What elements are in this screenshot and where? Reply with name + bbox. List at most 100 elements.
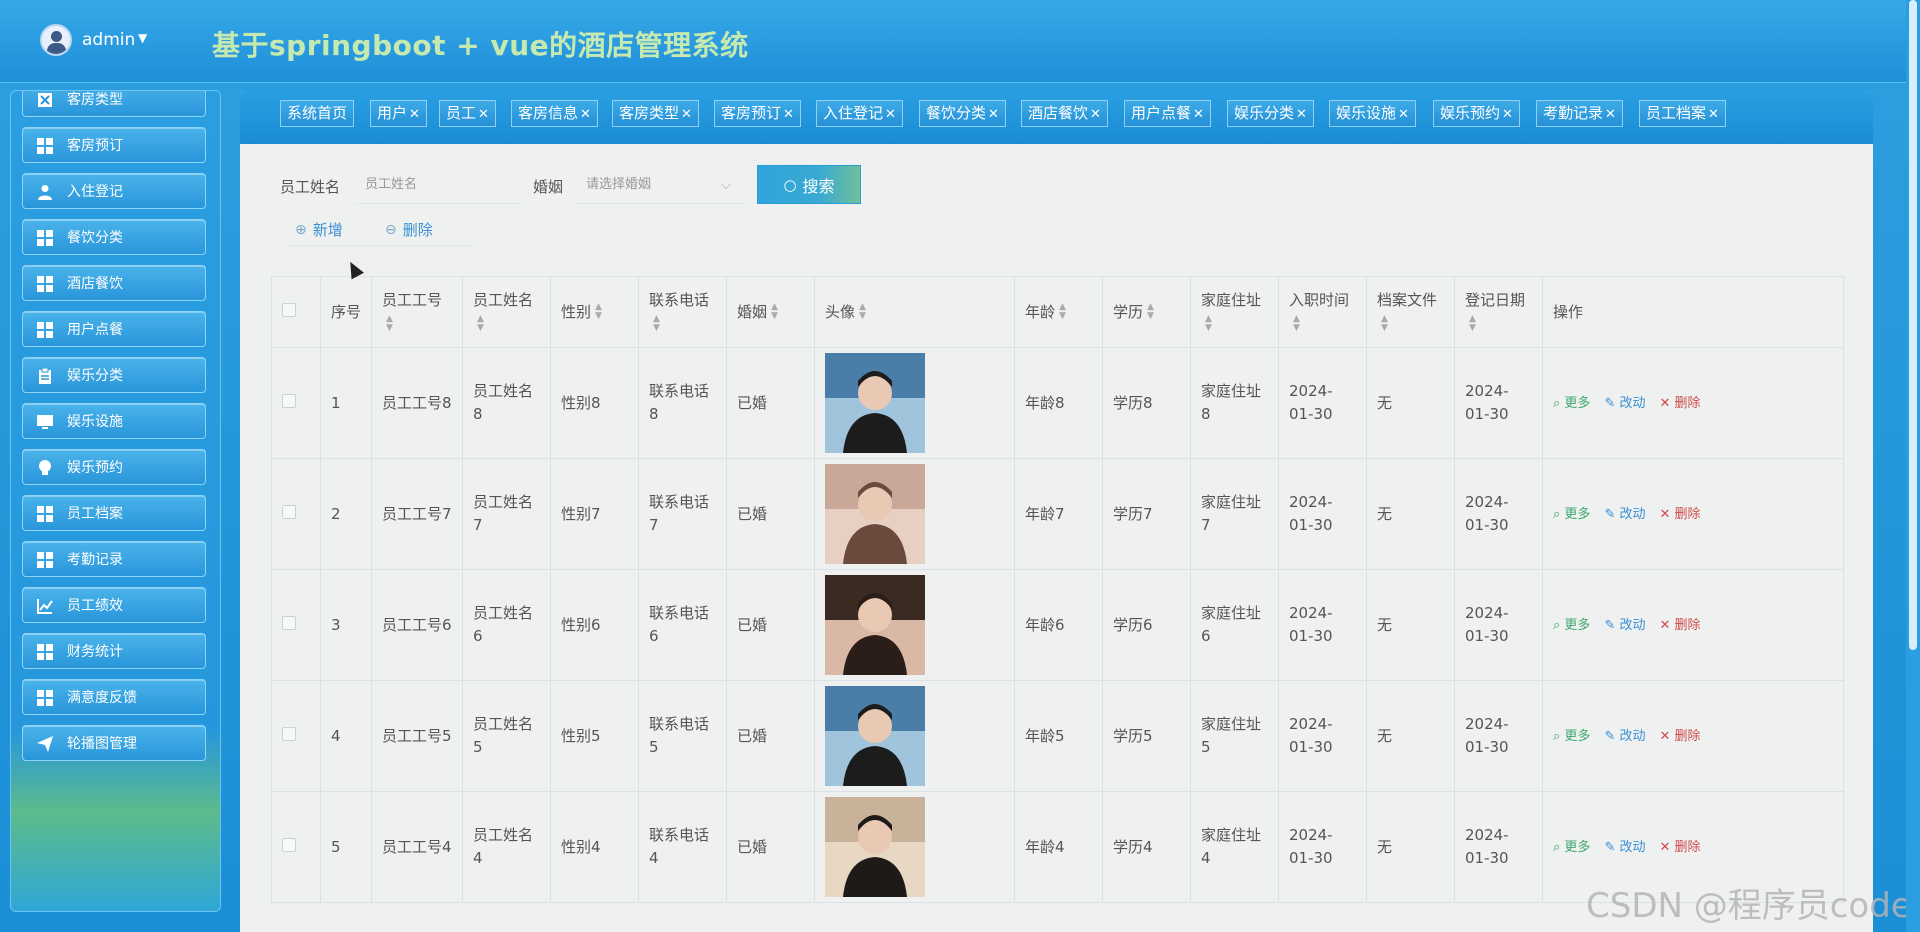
employee-photo[interactable] xyxy=(825,686,925,786)
sort-icon[interactable]: ▲ ▼ xyxy=(653,314,660,333)
sidebar-item-2[interactable]: 客房预订 xyxy=(22,127,206,163)
tab-8[interactable]: 餐饮分类 ✕ xyxy=(919,100,1006,127)
more-button[interactable]: ⌕ 更多 xyxy=(1553,503,1590,526)
tab-3[interactable]: 员工 ✕ xyxy=(439,100,496,127)
col-address[interactable]: 家庭住址 ▲ ▼ xyxy=(1190,276,1279,348)
delete-button[interactable]: ✕ 删除 xyxy=(1659,503,1700,526)
tab-5[interactable]: 客房类型 ✕ xyxy=(612,100,699,127)
edit-button[interactable]: ✎ 改动 xyxy=(1604,614,1645,637)
sort-icon[interactable]: ▲ ▼ xyxy=(771,303,778,321)
col-emp-name[interactable]: 员工姓名 ▲ ▼ xyxy=(462,276,551,348)
col-file[interactable]: 档案文件 ▲ ▼ xyxy=(1366,276,1455,348)
close-icon[interactable]: ✕ xyxy=(885,107,896,122)
table-row[interactable]: 3 员工工号6 员工姓名6 性别6 联系电话6 已婚 年龄6 学历6 家庭住址6 2024-01-… xyxy=(271,569,1844,681)
sidebar-item-4[interactable]: 餐饮分类 xyxy=(22,219,206,255)
col-gender[interactable]: 性别 ▲ ▼ xyxy=(550,276,639,348)
close-icon[interactable]: ✕ xyxy=(1090,107,1101,122)
more-button[interactable]: ⌕ 更多 xyxy=(1553,614,1590,637)
tab-11[interactable]: 娱乐分类 ✕ xyxy=(1227,100,1314,127)
row-checkbox[interactable] xyxy=(282,837,296,852)
page-scrollbar[interactable] xyxy=(1906,0,1920,932)
delete-button[interactable]: ✕ 删除 xyxy=(1659,836,1700,859)
select-all-checkbox[interactable] xyxy=(282,302,296,317)
col-join-date[interactable]: 入职时间 ▲ ▼ xyxy=(1278,276,1367,348)
tab-4[interactable]: 客房信息 ✕ xyxy=(511,100,598,127)
more-button[interactable]: ⌕ 更多 xyxy=(1553,392,1590,415)
tab-9[interactable]: 酒店餐饮 ✕ xyxy=(1021,100,1108,127)
col-avatar[interactable]: 头像 ▲ ▼ xyxy=(814,276,1015,348)
row-select-cell[interactable] xyxy=(271,347,321,459)
row-select-cell[interactable] xyxy=(271,458,321,570)
sidebar-item-12[interactable]: 员工绩效 xyxy=(22,587,206,623)
search-button[interactable]: ○ 搜索 xyxy=(757,165,861,204)
close-icon[interactable]: ✕ xyxy=(1605,107,1616,122)
sidebar-item-15[interactable]: 轮播图管理 xyxy=(22,725,206,761)
close-icon[interactable]: ✕ xyxy=(1708,107,1719,122)
tab-13[interactable]: 娱乐预约 ✕ xyxy=(1433,100,1520,127)
col-marriage[interactable]: 婚姻 ▲ ▼ xyxy=(726,276,815,348)
tab-14[interactable]: 考勤记录 ✕ xyxy=(1536,100,1623,127)
row-checkbox[interactable] xyxy=(282,726,296,741)
sidebar-item-10[interactable]: 员工档案 xyxy=(22,495,206,531)
col-education[interactable]: 学历 ▲ ▼ xyxy=(1102,276,1191,348)
edit-button[interactable]: ✎ 改动 xyxy=(1604,725,1645,748)
sidebar-item-8[interactable]: 娱乐设施 xyxy=(22,403,206,439)
tab-6[interactable]: 客房预订 ✕ xyxy=(714,100,801,127)
more-button[interactable]: ⌕ 更多 xyxy=(1553,836,1590,859)
delete-button[interactable]: ✕ 删除 xyxy=(1659,725,1700,748)
tab-7[interactable]: 入住登记 ✕ xyxy=(816,100,903,127)
sort-icon[interactable]: ▲ ▼ xyxy=(1059,303,1066,321)
sort-icon[interactable]: ▲ ▼ xyxy=(1147,303,1154,321)
col-phone[interactable]: 联系电话 ▲ ▼ xyxy=(638,276,727,348)
col-age[interactable]: 年龄 ▲ ▼ xyxy=(1014,276,1103,348)
row-checkbox[interactable] xyxy=(282,615,296,630)
tab-12[interactable]: 娱乐设施 ✕ xyxy=(1329,100,1416,127)
table-row[interactable]: 1 员工工号8 员工姓名8 性别8 联系电话8 已婚 年龄8 学历8 家庭住址8 2024-01-… xyxy=(271,347,1844,459)
row-checkbox[interactable] xyxy=(282,504,296,519)
table-row[interactable]: 2 员工工号7 员工姓名7 性别7 联系电话7 已婚 年龄7 学历7 家庭住址7 2024-01-… xyxy=(271,458,1844,570)
batch-delete-button[interactable]: ⊖ 删除 xyxy=(375,214,471,246)
user-menu-name[interactable]: admin xyxy=(82,30,135,50)
close-icon[interactable]: ✕ xyxy=(988,107,999,122)
edit-button[interactable]: ✎ 改动 xyxy=(1604,392,1645,415)
sort-icon[interactable]: ▲ ▼ xyxy=(1205,314,1212,333)
marriage-select[interactable]: 请选择婚姻 xyxy=(576,166,744,204)
sort-icon[interactable]: ▲ ▼ xyxy=(1469,314,1476,333)
more-button[interactable]: ⌕ 更多 xyxy=(1553,725,1590,748)
sort-icon[interactable]: ▲ ▼ xyxy=(386,314,393,333)
sidebar-item-9[interactable]: 娱乐预约 xyxy=(22,449,206,485)
close-icon[interactable]: ✕ xyxy=(1296,107,1307,122)
employee-name-input[interactable]: 员工姓名 xyxy=(355,166,521,204)
col-reg-date[interactable]: 登记日期 ▲ ▼ xyxy=(1454,276,1543,348)
row-select-cell[interactable] xyxy=(271,569,321,681)
delete-button[interactable]: ✕ 删除 xyxy=(1659,614,1700,637)
tab-10[interactable]: 用户点餐 ✕ xyxy=(1124,100,1211,127)
row-select-cell[interactable] xyxy=(271,791,321,903)
employee-photo[interactable] xyxy=(825,797,925,897)
employee-photo[interactable] xyxy=(825,575,925,675)
sort-icon[interactable]: ▲ ▼ xyxy=(595,303,602,321)
sidebar-item-14[interactable]: 满意度反馈 xyxy=(22,679,206,715)
close-icon[interactable]: ✕ xyxy=(1193,107,1204,122)
tab-2[interactable]: 用户 ✕ xyxy=(370,100,427,127)
close-icon[interactable]: ✕ xyxy=(783,107,794,122)
close-icon[interactable]: ✕ xyxy=(1398,107,1409,122)
sort-icon[interactable]: ▲ ▼ xyxy=(1293,314,1300,333)
close-icon[interactable]: ✕ xyxy=(580,107,591,122)
table-row[interactable]: 4 员工工号5 员工姓名5 性别5 联系电话5 已婚 年龄5 学历5 家庭住址5 2024-01-… xyxy=(271,680,1844,792)
sidebar-item-1[interactable]: 客房类型 xyxy=(22,91,206,117)
scrollbar-thumb[interactable] xyxy=(1909,0,1917,650)
row-checkbox[interactable] xyxy=(282,393,296,408)
sidebar-item-3[interactable]: 入住登记 xyxy=(22,173,206,209)
close-icon[interactable]: ✕ xyxy=(1502,107,1513,122)
sidebar-item-5[interactable]: 酒店餐饮 xyxy=(22,265,206,301)
employee-photo[interactable] xyxy=(825,353,925,453)
sort-icon[interactable]: ▲ ▼ xyxy=(859,303,866,321)
employee-photo[interactable] xyxy=(825,464,925,564)
row-select-cell[interactable] xyxy=(271,680,321,792)
add-button[interactable]: ⊕ 新增 xyxy=(285,214,375,246)
delete-button[interactable]: ✕ 删除 xyxy=(1659,392,1700,415)
col-emp-no[interactable]: 员工工号 ▲ ▼ xyxy=(371,276,463,348)
sort-icon[interactable]: ▲ ▼ xyxy=(477,314,484,333)
tab-15[interactable]: 员工档案 ✕ xyxy=(1639,100,1726,127)
